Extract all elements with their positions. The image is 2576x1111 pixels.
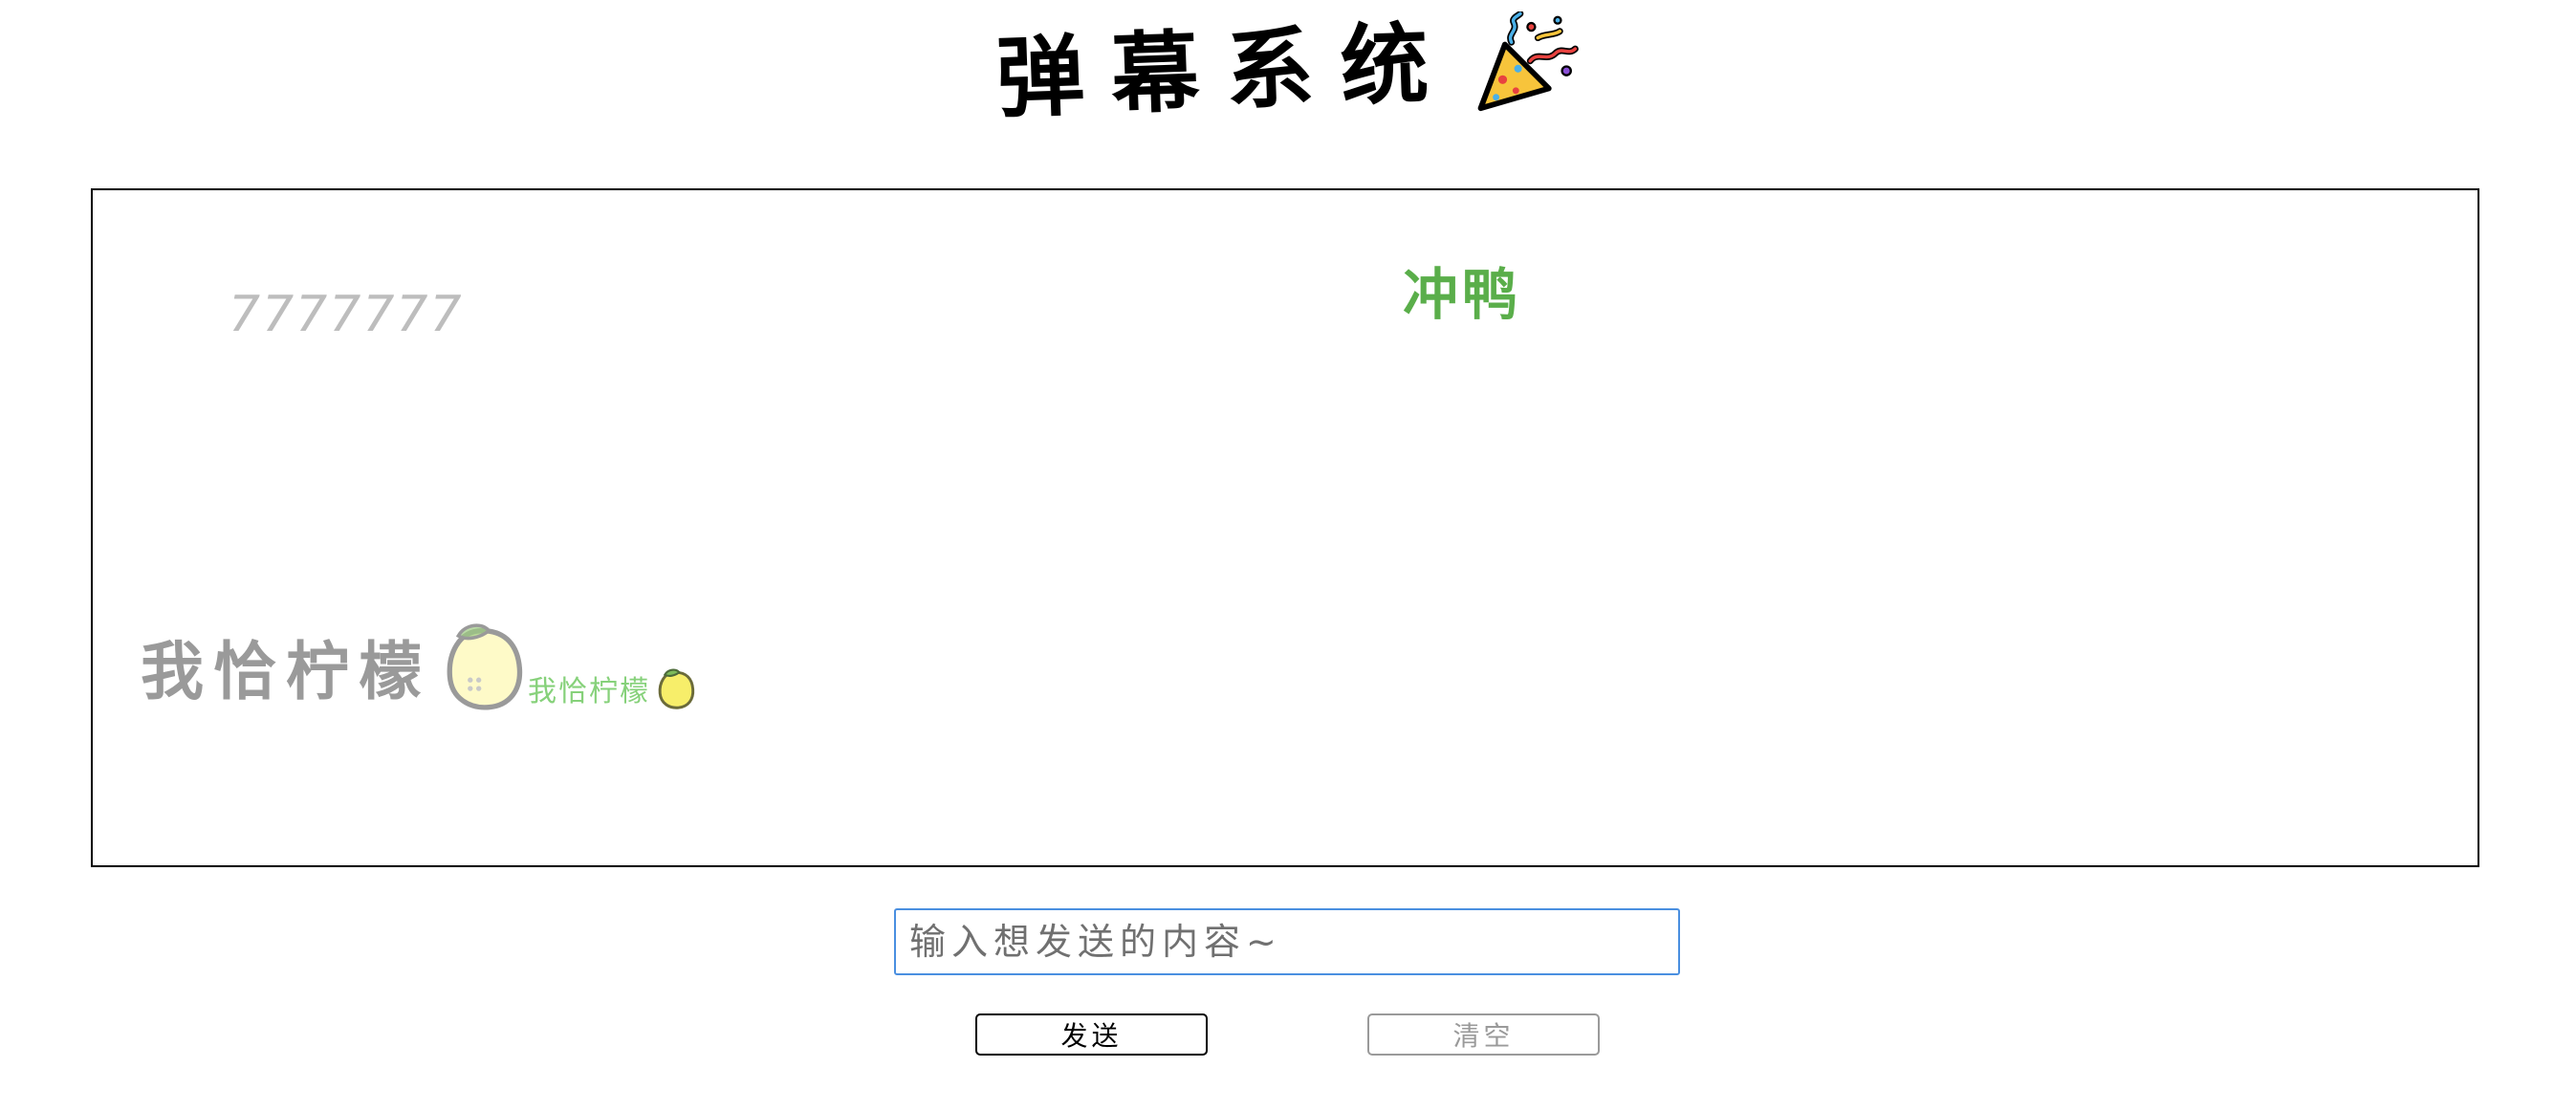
danmu-text: 我恰柠檬 (528, 675, 650, 708)
lemon-icon (658, 668, 695, 709)
danmu-item: 我恰柠檬 (141, 621, 527, 712)
danmu-text: 冲鸭 (1403, 262, 1522, 327)
danmu-item: 7777777 (229, 286, 464, 343)
danmu-item: 我恰柠檬 (528, 666, 696, 710)
page-title: 弹幕系统 (994, 11, 1458, 131)
danmu-stage: 7777777 冲鸭 我恰柠檬 我恰柠檬 (91, 188, 2479, 867)
composer (894, 908, 1680, 975)
message-input[interactable] (894, 908, 1680, 975)
clear-button[interactable]: 清空 (1367, 1013, 1600, 1056)
send-button[interactable]: 发送 (975, 1013, 1208, 1056)
danmu-text: 7777777 (229, 286, 464, 343)
party-popper-icon (1477, 11, 1579, 111)
danmu-text: 我恰柠檬 (141, 635, 431, 708)
page-header: 弹幕系统 (0, 0, 2576, 143)
lemon-icon (447, 623, 523, 710)
danmu-item: 冲鸭 (1403, 250, 1521, 330)
